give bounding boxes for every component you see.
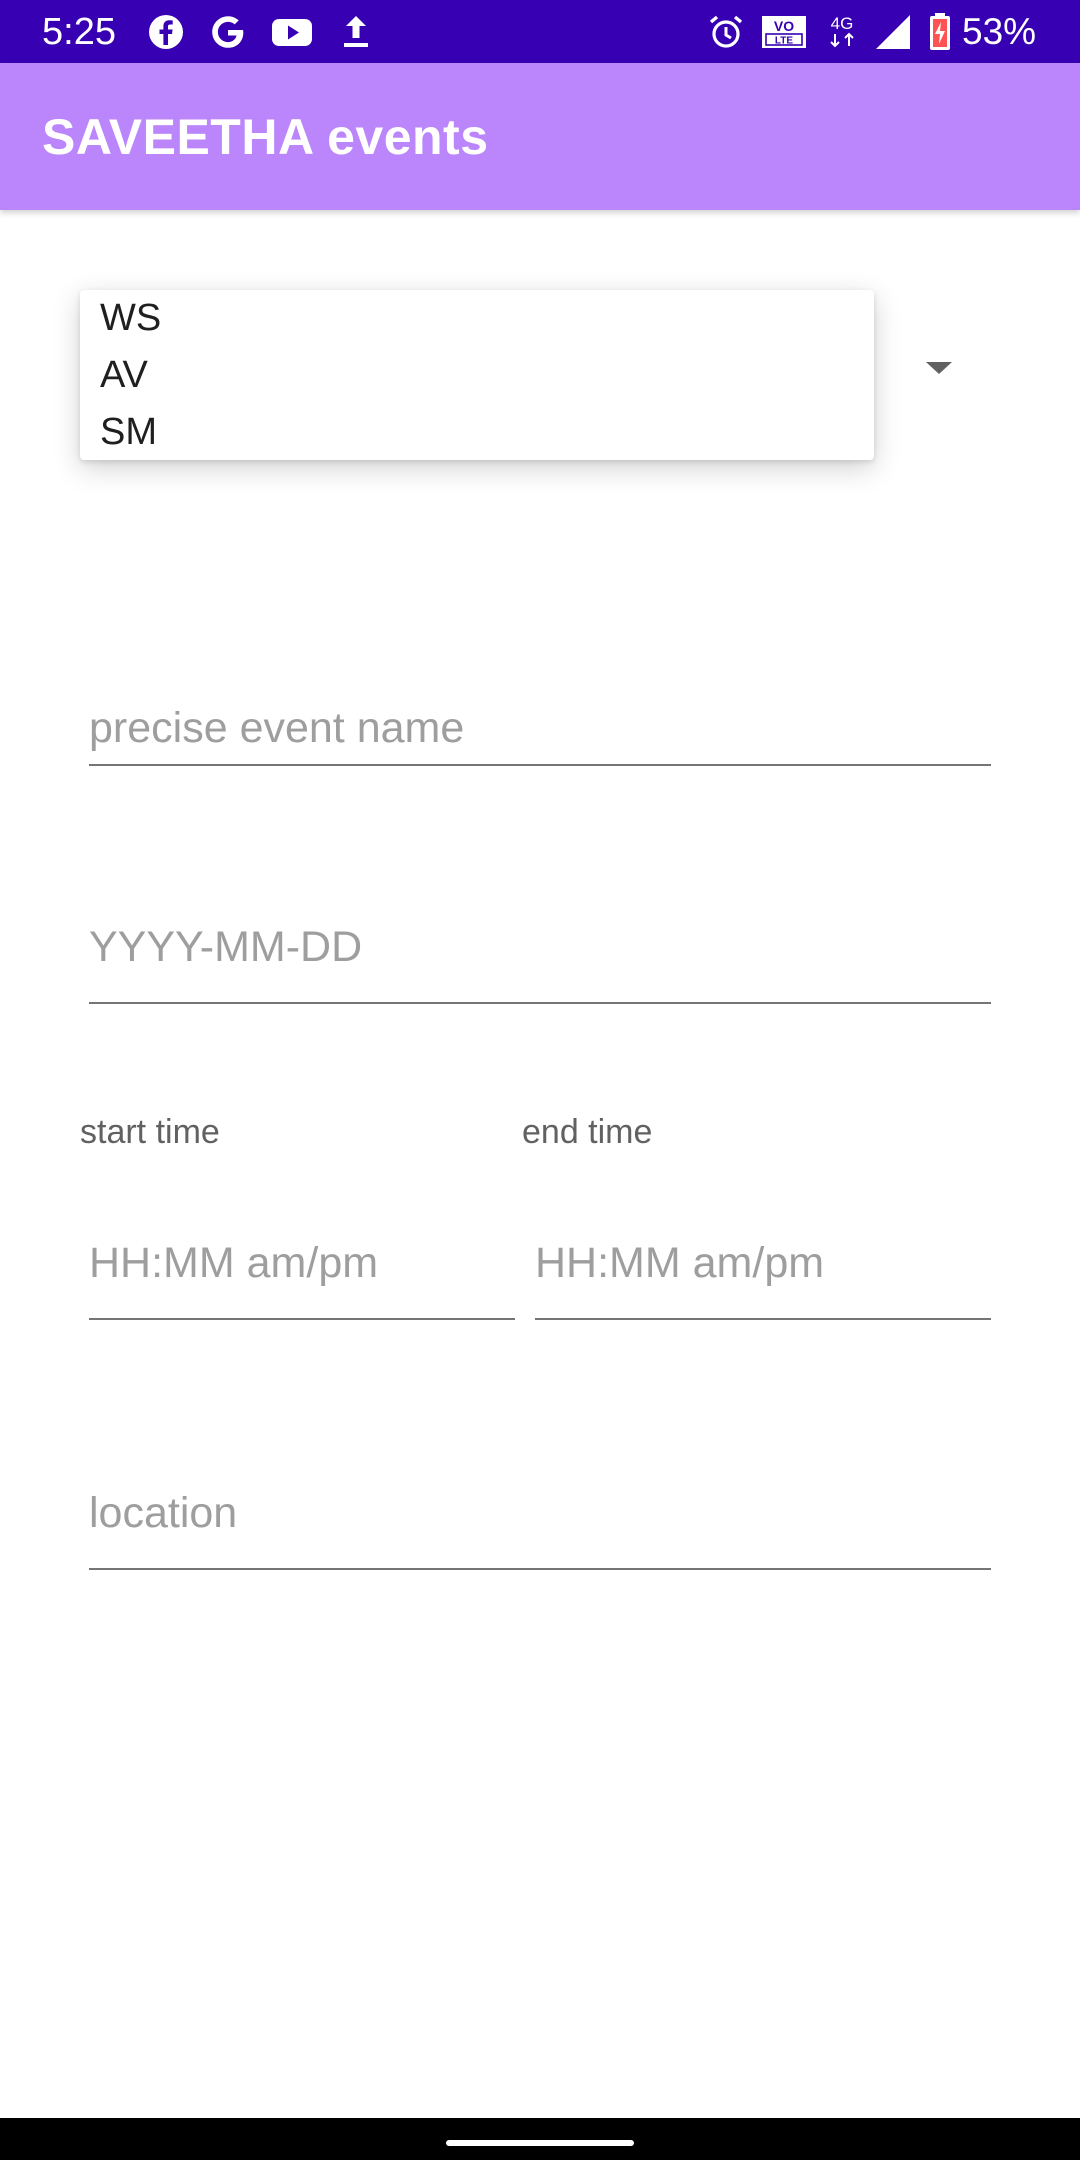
- facebook-icon: [146, 12, 186, 52]
- date-field[interactable]: YYYY-MM-DD: [89, 921, 991, 1005]
- start-time-underline: [89, 1318, 515, 1320]
- location-underline: [89, 1568, 991, 1570]
- battery-percentage: 53%: [962, 11, 1037, 52]
- end-time-underline: [535, 1318, 991, 1320]
- signal-icon: [874, 12, 914, 52]
- home-gesture-handle[interactable]: [446, 2140, 634, 2146]
- category-dropdown-popup: WS AV SM: [80, 290, 874, 460]
- app-bar: SAVEETHA events: [0, 63, 1080, 210]
- start-time-placeholder: HH:MM am/pm: [89, 1239, 379, 1287]
- app-title: SAVEETHA events: [42, 109, 489, 165]
- upload-icon: [336, 12, 376, 52]
- volte-icon: VO LTE: [760, 12, 808, 52]
- google-icon: [208, 12, 248, 52]
- youtube-icon: [270, 12, 314, 52]
- 4g-icon: 4G: [824, 12, 860, 52]
- alarm-icon: [706, 12, 746, 52]
- svg-text:LTE: LTE: [775, 36, 793, 47]
- start-time-field[interactable]: HH:MM am/pm: [89, 1237, 515, 1321]
- dropdown-option-av[interactable]: AV: [100, 353, 148, 397]
- battery-icon: [926, 12, 954, 52]
- event-name-underline: [89, 764, 991, 766]
- spinner-dropdown-arrow-icon[interactable]: [924, 358, 954, 378]
- event-name-field[interactable]: precise event name: [89, 702, 991, 768]
- start-time-label: start time: [80, 1113, 220, 1151]
- navigation-bar: [0, 2118, 1080, 2160]
- end-time-placeholder: HH:MM am/pm: [535, 1239, 825, 1287]
- event-name-placeholder: precise event name: [89, 704, 465, 752]
- svg-text:4G: 4G: [831, 14, 854, 33]
- end-time-field[interactable]: HH:MM am/pm: [535, 1237, 991, 1321]
- date-placeholder: YYYY-MM-DD: [89, 923, 363, 971]
- status-time: 5:25: [42, 11, 116, 53]
- status-bar: 5:25 VO LTE 4G 53%: [0, 0, 1080, 63]
- dropdown-option-sm[interactable]: SM: [100, 410, 157, 454]
- dropdown-option-ws[interactable]: WS: [100, 296, 161, 340]
- end-time-label: end time: [522, 1113, 653, 1151]
- location-field[interactable]: location: [89, 1487, 991, 1571]
- svg-text:VO: VO: [774, 18, 794, 34]
- date-underline: [89, 1002, 991, 1004]
- location-placeholder: location: [89, 1489, 238, 1537]
